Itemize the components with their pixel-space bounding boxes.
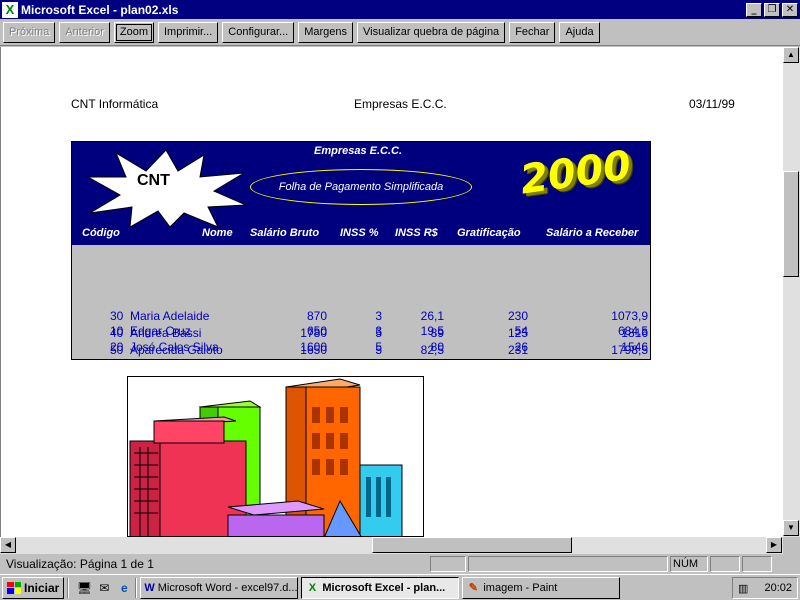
table-row: 50 Aparecida Gaioto 1650 5 82,5 231 1798…	[71, 343, 649, 359]
row-gross: 1650	[300, 343, 327, 357]
scroll-right-icon[interactable]: ▶	[766, 537, 782, 553]
vertical-scrollbar[interactable]: ▲ ▼	[783, 47, 800, 537]
task-label: imagem - Paint	[483, 581, 558, 594]
header-right: 03/11/99	[689, 97, 735, 111]
task-label: Microsoft Word - excel97.d...	[157, 581, 298, 594]
tray-keyboard-icon[interactable]: ▥	[738, 582, 748, 595]
next-page-button[interactable]: Próxima	[3, 21, 56, 43]
status-bar: Visualização: Página 1 de 1 NÚM	[0, 554, 800, 574]
status-box	[742, 556, 772, 572]
row-inss-value: 26,1	[420, 309, 444, 323]
col-gross-header: Salário Bruto	[250, 227, 320, 239]
col-bonus-header: Gratificação	[457, 227, 521, 239]
row-inss-pct: 5	[375, 343, 382, 357]
margins-button[interactable]: Margens	[298, 21, 353, 43]
col-code-header: Código	[82, 227, 120, 239]
taskbar-separator	[135, 577, 138, 598]
paint-icon: ✎	[468, 581, 478, 594]
previous-page-button[interactable]: Anterior	[59, 21, 110, 43]
row-code: 40	[110, 326, 124, 340]
col-net-header: Salário a Receber	[546, 227, 639, 239]
col-name-header: Nome	[202, 227, 233, 239]
setup-button[interactable]: Configurar...	[222, 21, 295, 43]
internet-explorer-icon[interactable]: e	[116, 580, 132, 596]
row-bonus: 125	[507, 326, 528, 340]
minimize-button[interactable]: _	[746, 2, 762, 17]
row-bonus: 231	[507, 343, 528, 357]
page-break-preview-button[interactable]: Visualizar quebra de página	[357, 21, 506, 43]
taskbar: Iniciar 🖥 ✉ e W Microsoft Word - excel97…	[0, 574, 800, 600]
row-inss-pct: 5	[375, 326, 382, 340]
row-gross: 1780	[300, 326, 327, 340]
excel-icon: X	[2, 1, 18, 18]
row-inss-value: 82,5	[420, 343, 444, 357]
restore-button[interactable]: ❐	[764, 2, 780, 17]
table-row: 40 Andrea Bassi 1780 5 89 125 1816	[71, 326, 649, 342]
row-bonus: 230	[507, 309, 528, 323]
title-bar: X Microsoft Excel - plan02.xls _ ❐ ✕	[0, 0, 800, 19]
header-left: CNT Informática	[71, 97, 159, 111]
task-label: Microsoft Excel - plan...	[322, 581, 446, 594]
scroll-left-icon[interactable]: ◀	[0, 537, 16, 553]
system-tray: ▥ 20:02	[732, 577, 798, 599]
task-excel[interactable]: X Microsoft Excel - plan...	[301, 576, 460, 599]
close-preview-button[interactable]: Fechar	[509, 21, 556, 43]
desktop-icon[interactable]: 🖥	[76, 580, 92, 596]
logo-text: CNT	[137, 172, 170, 189]
row-inss-value: 89	[430, 326, 444, 340]
row-code: 30	[110, 309, 124, 323]
windows-logo-icon	[7, 581, 21, 594]
status-box	[430, 556, 466, 572]
row-name: Maria Adelaide	[130, 309, 210, 323]
status-box	[710, 556, 740, 572]
payroll-banner: CNT Empresas E.C.C. Folha de Pagamento S…	[72, 142, 650, 245]
row-inss-pct: 3	[375, 309, 382, 323]
task-paint[interactable]: ✎ imagem - Paint	[462, 576, 621, 599]
row-code: 50	[110, 343, 124, 357]
horizontal-scroll-thumb[interactable]	[372, 537, 572, 553]
close-button[interactable]: ✕	[782, 2, 798, 17]
buildings-clipart	[127, 376, 424, 537]
zoom-button[interactable]: Zoom	[113, 21, 154, 43]
scroll-down-icon[interactable]: ▼	[783, 520, 799, 536]
row-net: 1816	[621, 326, 648, 340]
row-net: 1073,9	[611, 309, 648, 323]
word-icon: W	[144, 581, 155, 594]
row-gross: 870	[306, 309, 327, 323]
table-row: 30 Maria Adelaide 870 3 26,1 230 1073,9	[71, 309, 649, 325]
scroll-corner	[783, 537, 800, 554]
vertical-scroll-thumb[interactable]	[783, 171, 799, 277]
year-2000-art: 2000	[517, 142, 634, 204]
row-net: 1798,5	[611, 343, 648, 357]
horizontal-scrollbar[interactable]: ◀ ▶	[0, 537, 783, 554]
task-word[interactable]: W Microsoft Word - excel97.d...	[140, 576, 299, 599]
help-button[interactable]: Ajuda	[559, 21, 600, 43]
table-rows-continued: 30 Maria Adelaide 870 3 26,1 230 1073,9 …	[71, 307, 651, 360]
status-text: Visualização: Página 1 de 1	[6, 557, 154, 571]
banner-subtitle: Folha de Pagamento Simplificada	[250, 169, 472, 205]
clock[interactable]: 20:02	[764, 582, 792, 594]
col-inss-value-header: INSS R$	[395, 227, 438, 239]
print-button[interactable]: Imprimir...	[158, 21, 219, 43]
taskbar-separator	[67, 577, 70, 598]
outlook-icon[interactable]: ✉	[96, 580, 112, 596]
status-box	[468, 556, 668, 572]
start-label: Iniciar	[24, 580, 60, 595]
banner-company: Empresas E.C.C.	[314, 145, 403, 157]
row-name: Aparecida Gaioto	[130, 343, 223, 357]
preview-page[interactable]: CNT Informática Empresas E.C.C. 03/11/99…	[0, 47, 783, 537]
num-lock-indicator: NÚM	[670, 556, 708, 572]
print-preview-toolbar: Próxima Anterior Zoom Imprimir... Config…	[0, 19, 800, 46]
scroll-up-icon[interactable]: ▲	[783, 47, 799, 63]
col-inss-pct-header: INSS %	[340, 227, 379, 239]
start-button[interactable]: Iniciar	[2, 576, 65, 599]
window-title: Microsoft Excel - plan02.xls	[21, 2, 179, 17]
excel-icon: X	[308, 581, 317, 594]
header-center: Empresas E.C.C.	[354, 97, 447, 111]
row-name: Andrea Bassi	[130, 326, 202, 340]
